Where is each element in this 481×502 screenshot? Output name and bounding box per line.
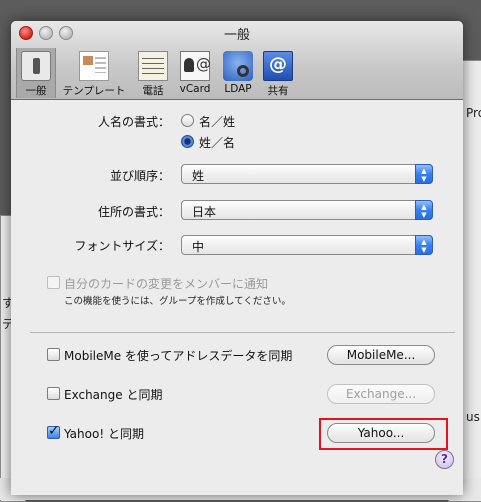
template-icon: [79, 51, 109, 81]
general-switch-icon: [21, 51, 51, 81]
tab-label: 共有: [267, 85, 289, 97]
yahoo-sync-checkbox[interactable]: [47, 423, 60, 439]
name-format-first-last-radio[interactable]: [181, 114, 194, 127]
separator: [30, 332, 455, 333]
tab-template[interactable]: テンプレート: [58, 48, 130, 98]
create-group-note: この機能を使うには、グループを作成してください。: [64, 296, 291, 307]
tab-vcard[interactable]: @ vCard: [175, 48, 215, 98]
titlebar: 一般 一般 テンプレート 電話 @ vCard LDAP @ 共有: [11, 21, 463, 100]
name-format-label: 人名の書式：: [97, 115, 170, 129]
tab-label: vCard: [179, 83, 211, 95]
annotation-highlight-box: [319, 418, 448, 450]
popup-arrows-icon: ▲ ▼: [415, 164, 433, 184]
radio-label: 名／姓: [199, 115, 236, 129]
exchange-button[interactable]: Exchange...: [327, 384, 435, 404]
address-format-label: 住所の書式：: [97, 205, 170, 219]
vcard-icon: @: [180, 51, 211, 81]
exchange-sync-checkbox[interactable]: [47, 387, 60, 400]
tab-label: 一般: [25, 85, 47, 97]
sort-order-popup[interactable]: 姓 ▲ ▼: [181, 164, 433, 184]
notify-my-card-checkbox[interactable]: [47, 276, 60, 289]
tab-share[interactable]: @ 共有: [263, 48, 293, 98]
name-format-last-first-radio[interactable]: [181, 135, 194, 148]
notify-my-card-label: 自分のカードの変更をメンバーに通知: [64, 277, 269, 291]
popup-value: 姓: [192, 169, 205, 183]
tab-ldap[interactable]: LDAP: [219, 48, 257, 98]
popup-value: 日本: [192, 205, 217, 219]
mobileme-sync-label: MobileMe を使ってアドレスデータを同期: [64, 349, 293, 363]
exchange-sync-label: Exchange と同期: [64, 388, 163, 402]
popup-arrows-icon: ▲ ▼: [415, 235, 433, 255]
radio-label: 姓／名: [199, 136, 236, 150]
ldap-icon: [223, 51, 253, 81]
phone-icon: [138, 51, 168, 81]
window-title: 一般: [223, 28, 250, 43]
background-text: Pro: [466, 106, 481, 120]
help-button[interactable]: ?: [435, 450, 454, 469]
tab-phone[interactable]: 電話: [136, 48, 170, 98]
share-icon: @: [263, 51, 293, 81]
tab-label: 電話: [142, 85, 164, 97]
mobileme-button[interactable]: MobileMe...: [327, 345, 435, 365]
font-size-label: フォントサイズ：: [74, 239, 170, 253]
font-size-popup[interactable]: 中 ▲ ▼: [181, 235, 433, 255]
tab-general[interactable]: 一般: [16, 48, 56, 98]
tab-label: テンプレート: [62, 85, 126, 97]
yahoo-sync-label: Yahoo! と同期: [64, 427, 144, 441]
popup-value: 中: [192, 240, 205, 254]
tab-label: LDAP: [224, 83, 252, 95]
background-text: us: [466, 410, 480, 424]
address-format-popup[interactable]: 日本 ▲ ▼: [181, 200, 433, 220]
mobileme-sync-checkbox[interactable]: [47, 348, 60, 361]
popup-arrows-icon: ▲ ▼: [415, 200, 433, 220]
sort-order-label: 並び順序：: [109, 169, 170, 183]
